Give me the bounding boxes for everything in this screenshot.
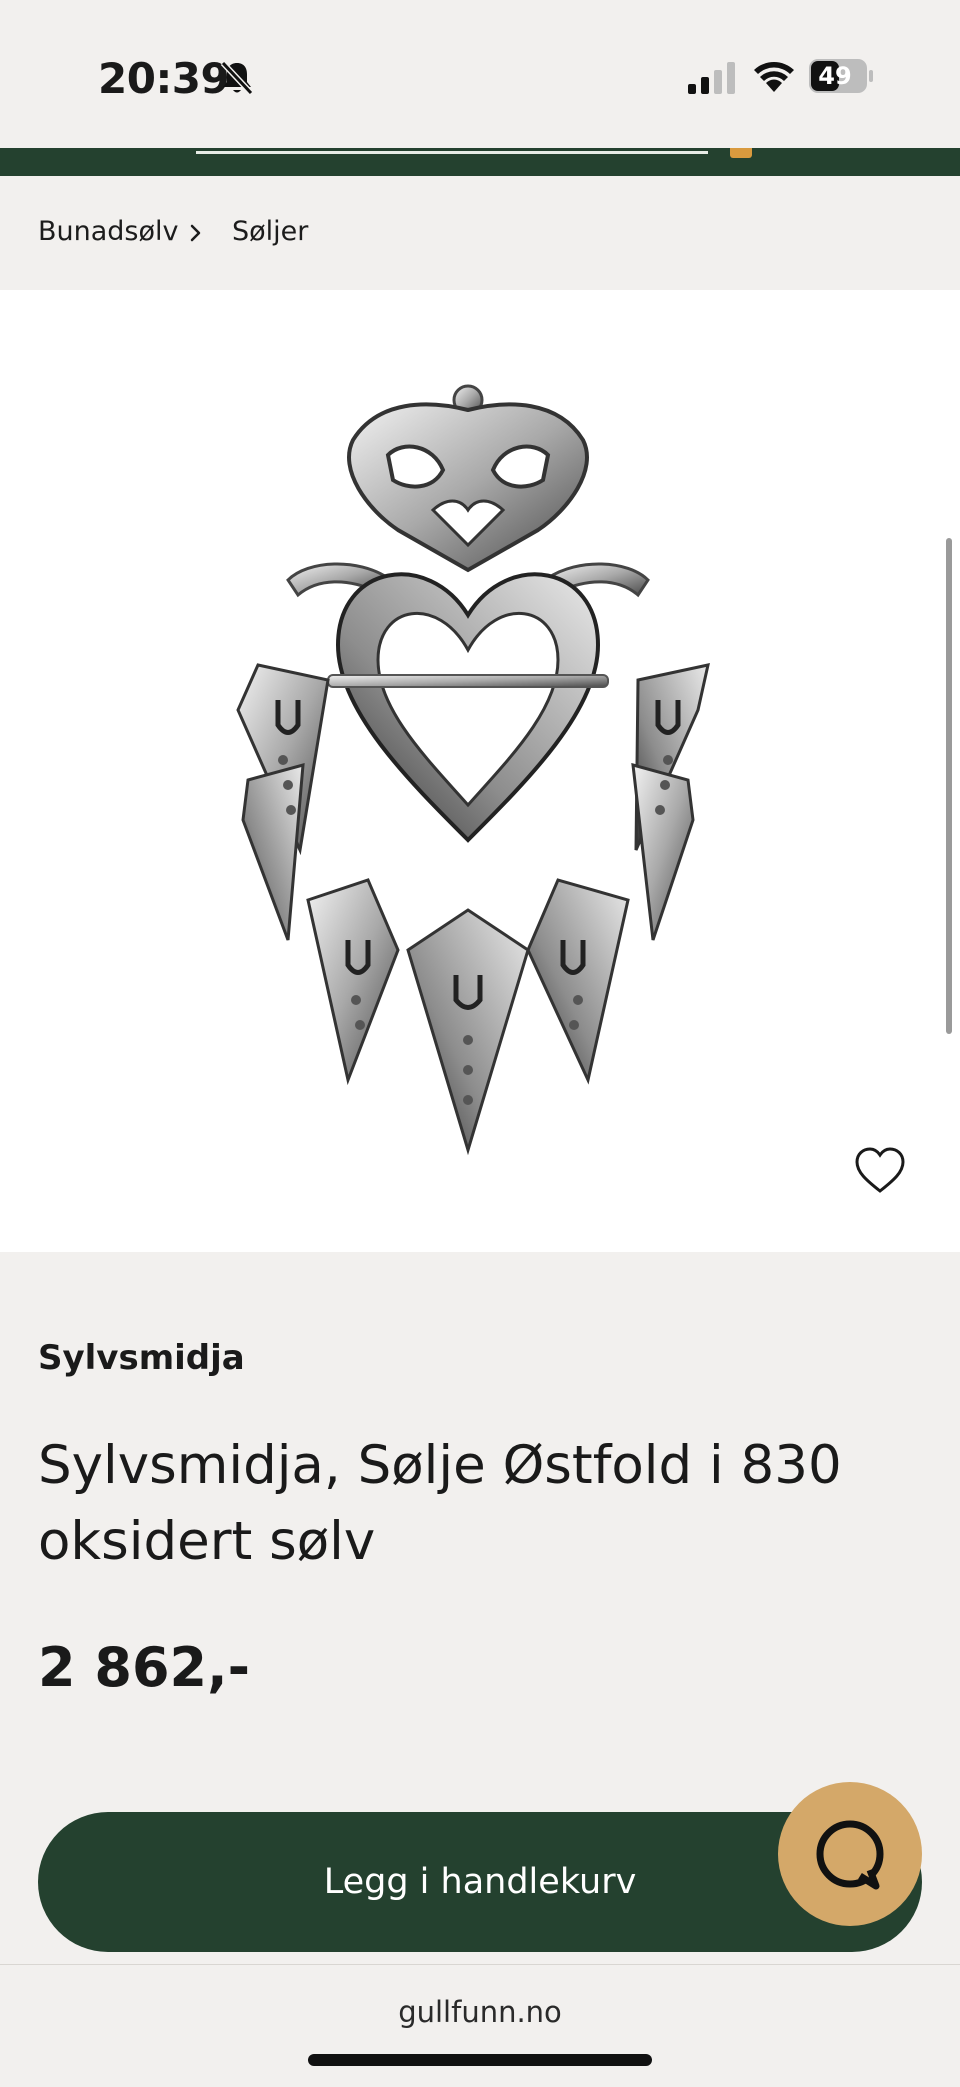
product-page: 20:39 49 Bunadsølv Søljer Sylvsmidja Syl… (0, 0, 960, 2087)
breadcrumb: Bunadsølv Søljer (0, 176, 960, 290)
signal-icon (688, 62, 735, 94)
url-text[interactable]: gullfunn.no (0, 1995, 960, 2029)
product-brand[interactable]: Sylvsmidja (38, 1338, 245, 1378)
product-image-gallery[interactable] (0, 290, 960, 1252)
battery-level: 49 (818, 62, 852, 90)
breadcrumb-item-soljer[interactable]: Søljer (232, 216, 308, 247)
chevron-right-icon (190, 224, 201, 242)
breadcrumb-item-bunadsolv[interactable]: Bunadsølv (38, 216, 179, 247)
status-time: 20:39 (98, 54, 230, 103)
bell-muted-icon (220, 60, 254, 96)
product-image (236, 384, 710, 1156)
browser-url-bar[interactable]: gullfunn.no (0, 1964, 960, 2087)
promo-text-underline (196, 148, 708, 154)
chat-bubble-icon (816, 1820, 884, 1890)
favorite-heart-icon[interactable] (854, 1146, 906, 1196)
product-price: 2 862,- (38, 1636, 251, 1699)
chat-button[interactable] (778, 1782, 922, 1926)
gift-icon (730, 148, 752, 158)
product-title: Sylvsmidja, Sølje Østfold i 830 oksidert… (38, 1435, 842, 1572)
status-bar: 20:39 49 (0, 0, 960, 148)
home-indicator[interactable] (308, 2054, 652, 2066)
scrollbar[interactable] (946, 538, 952, 1034)
wifi-icon (754, 62, 794, 92)
promo-banner[interactable] (0, 148, 960, 176)
